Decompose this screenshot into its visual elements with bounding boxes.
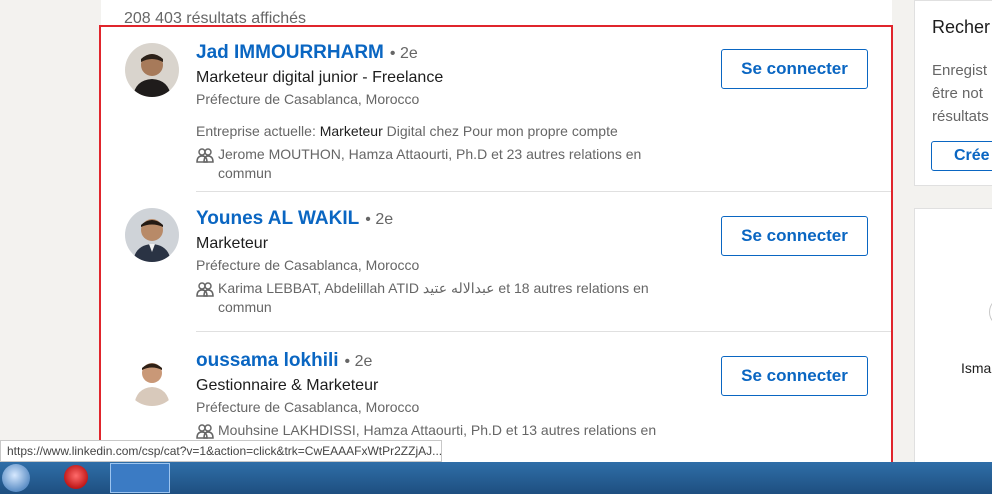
profile-location: Préfecture de Casablanca, Morocco bbox=[196, 91, 420, 107]
current-company-keyword: Marketeur bbox=[319, 123, 383, 139]
profile-info: Jad IMMOURRHARM • 2e Marketeur digital j… bbox=[196, 42, 706, 183]
connection-degree: • 2e bbox=[344, 353, 373, 370]
shared-connections[interactable]: Karima LEBBAT, Abdelillah ATID عبدالاله … bbox=[196, 279, 706, 317]
shared-connections-text: Jerome MOUTHON, Hamza Attaourti, Ph.D et… bbox=[218, 146, 642, 181]
profile-name-link[interactable]: Younes AL WAKIL bbox=[196, 208, 359, 230]
suggestion-person-name[interactable]: Isma bbox=[961, 360, 991, 376]
create-alert-button[interactable]: Crée bbox=[931, 141, 992, 171]
profile-avatar[interactable] bbox=[125, 208, 179, 262]
taskbar-window-button[interactable] bbox=[110, 463, 170, 493]
status-bar-url: https://www.linkedin.com/csp/cat?v=1&act… bbox=[0, 440, 442, 462]
profile-headline: Gestionnaire & Marketeur bbox=[196, 377, 379, 394]
connection-degree: • 2e bbox=[389, 45, 418, 62]
saved-search-card: Recher Enregist être not résultats Crée bbox=[914, 0, 992, 186]
connection-degree: • 2e bbox=[365, 211, 394, 228]
profile-name-link[interactable]: oussama lokhili bbox=[196, 350, 339, 372]
current-company-rest: Digital chez Pour mon propre compte bbox=[386, 123, 618, 139]
connect-button[interactable]: Se connecter bbox=[721, 216, 868, 256]
connect-button[interactable]: Se connecter bbox=[721, 49, 868, 89]
saved-search-title: Recher bbox=[932, 17, 991, 37]
profile-avatar[interactable] bbox=[125, 43, 179, 97]
profile-info: Younes AL WAKIL • 2e Marketeur Préfectur… bbox=[196, 208, 706, 317]
suggestion-card: Isma bbox=[914, 208, 992, 468]
result-row: Jad IMMOURRHARM • 2e Marketeur digital j… bbox=[101, 26, 892, 192]
shared-connections-text: Mouhsine LAKHDISSI, Hamza Attaourti, Ph.… bbox=[218, 422, 657, 438]
result-row: Younes AL WAKIL • 2e Marketeur Préfectur… bbox=[101, 192, 892, 332]
profile-name-link[interactable]: Jad IMMOURRHARM bbox=[196, 42, 384, 64]
current-company-prefix: Entreprise actuelle: bbox=[196, 123, 316, 139]
connect-button[interactable]: Se connecter bbox=[721, 356, 868, 396]
shared-connections-text: Karima LEBBAT, Abdelillah ATID عبدالاله … bbox=[218, 280, 649, 315]
shared-connections[interactable]: Mouhsine LAKHDISSI, Hamza Attaourti, Ph.… bbox=[196, 421, 706, 441]
people-icon bbox=[196, 423, 214, 441]
current-company: Entreprise actuelle: Marketeur Digital c… bbox=[196, 123, 706, 139]
people-icon bbox=[196, 147, 214, 165]
people-icon bbox=[196, 281, 214, 299]
profile-headline: Marketeur digital junior - Freelance bbox=[196, 69, 444, 86]
profile-avatar[interactable] bbox=[125, 352, 179, 406]
profile-location: Préfecture de Casablanca, Morocco bbox=[196, 399, 420, 415]
profile-headline: Marketeur bbox=[196, 235, 269, 252]
profile-location: Préfecture de Casablanca, Morocco bbox=[196, 257, 420, 273]
start-button-icon[interactable] bbox=[2, 464, 30, 492]
search-results-card: 208 403 résultats affichés Jad IMMOURRHA… bbox=[101, 0, 892, 464]
profile-info: oussama lokhili • 2e Gestionnaire & Mark… bbox=[196, 350, 706, 441]
saved-search-description: Enregist être not résultats bbox=[932, 62, 989, 125]
browser-icon[interactable] bbox=[64, 465, 88, 489]
os-taskbar bbox=[0, 462, 992, 494]
shared-connections[interactable]: Jerome MOUTHON, Hamza Attaourti, Ph.D et… bbox=[196, 145, 706, 183]
